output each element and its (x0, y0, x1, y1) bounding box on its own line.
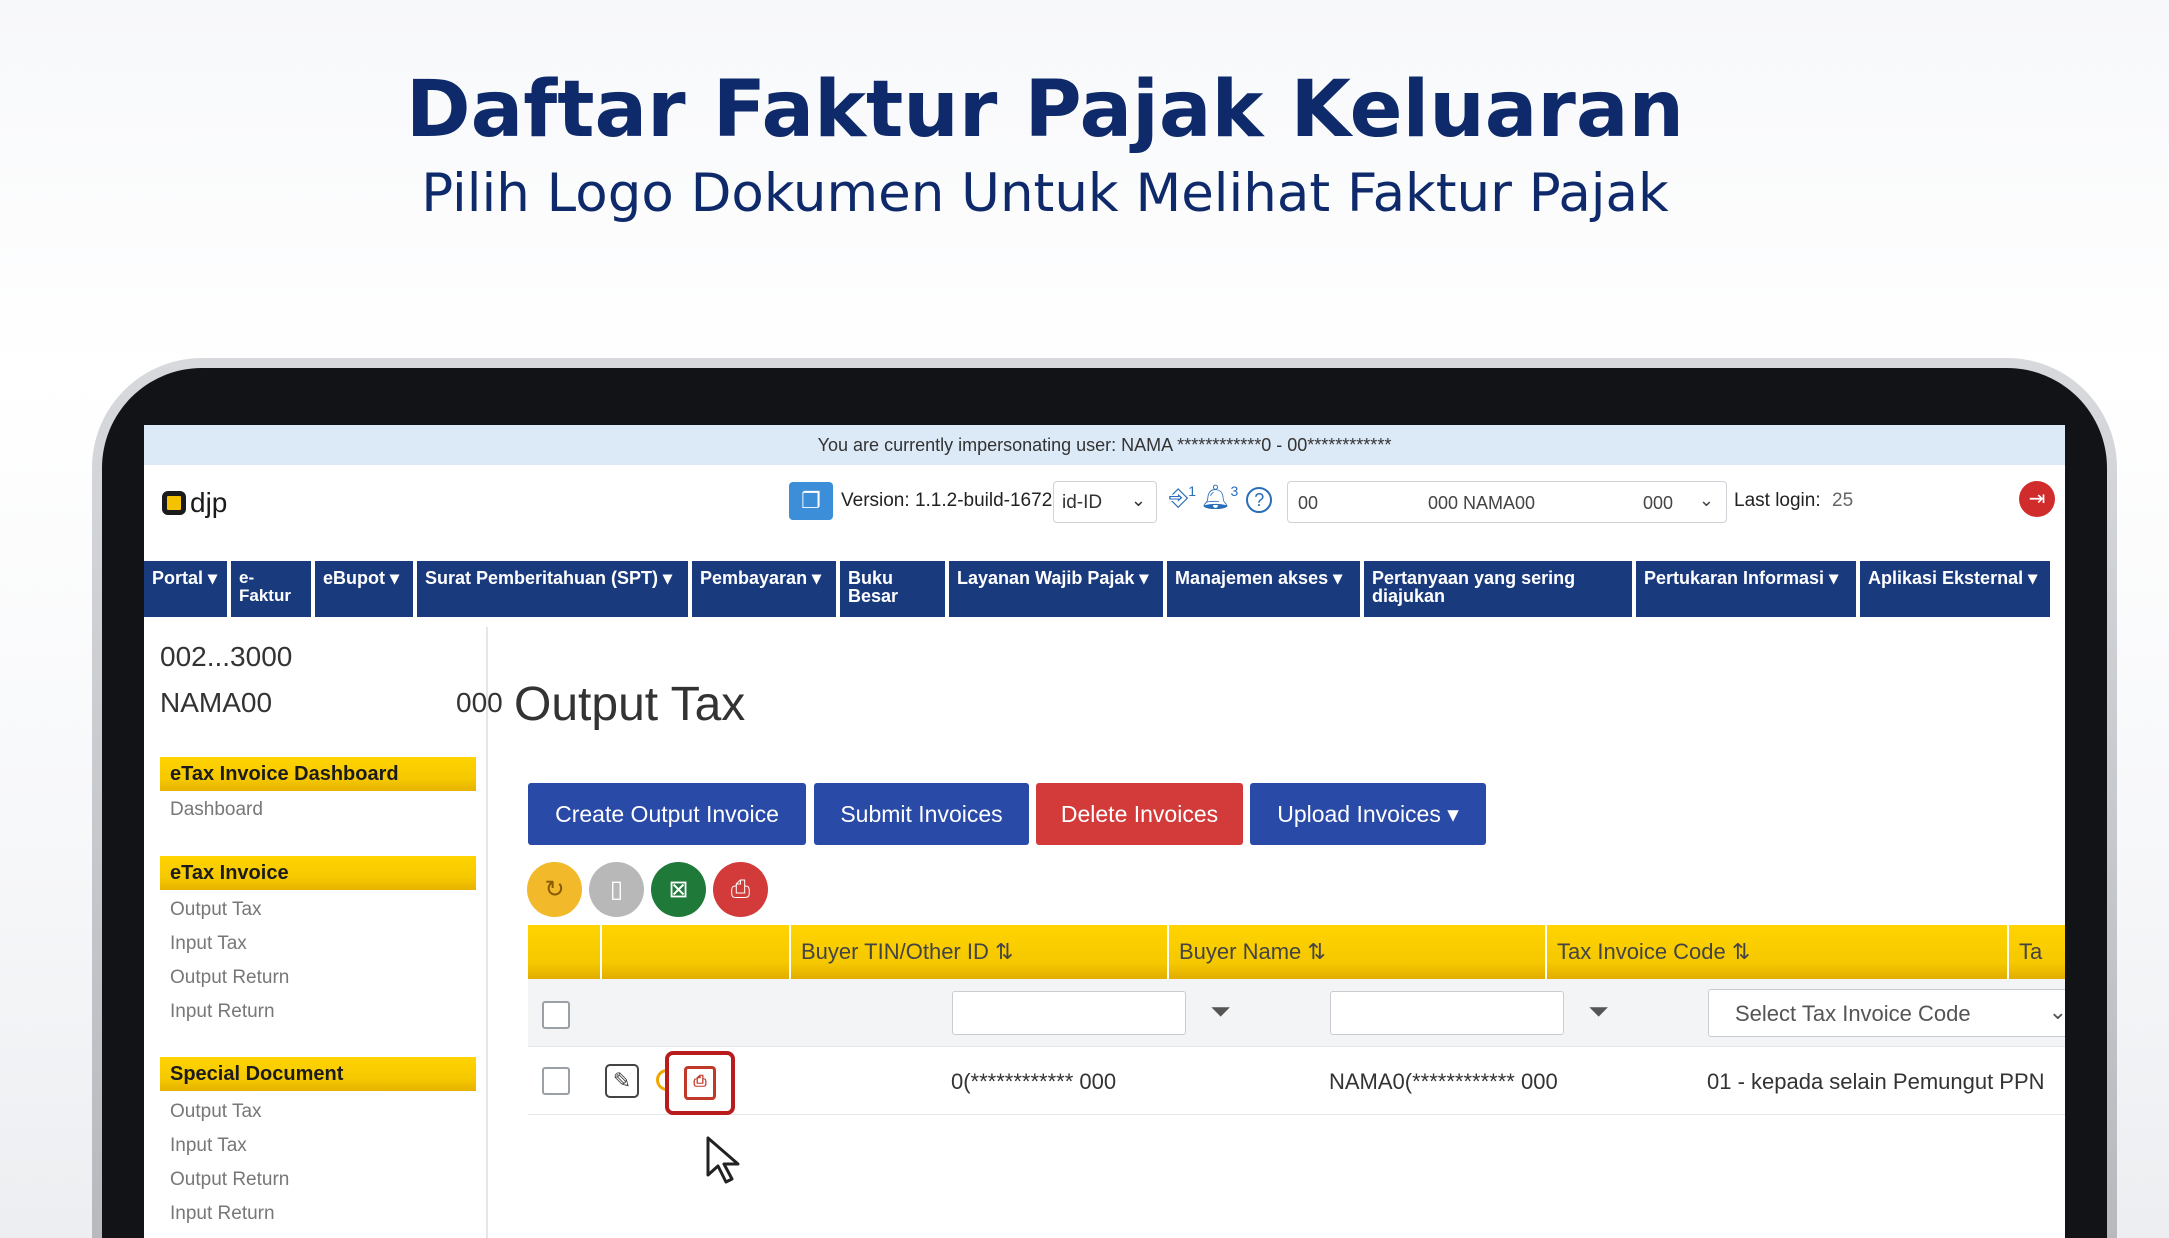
pdf-document-icon[interactable]: ⎙ (684, 1066, 716, 1100)
sidebar: 002...3000 NAMA00 000 eTax Invoice Dashb… (144, 627, 503, 1238)
document-icon[interactable]: ▯ (589, 862, 644, 917)
select-all-checkbox[interactable] (542, 1001, 570, 1029)
row-checkbox[interactable] (542, 1067, 570, 1095)
chevron-down-icon: ⌄ (2048, 999, 2065, 1024)
sidebar-item-special-input-tax[interactable]: Input Tax (170, 1135, 247, 1157)
nav-item-pertukaran[interactable]: Pertukaran Informasi ▾ (1636, 561, 1856, 617)
nav-item-layanan[interactable]: Layanan Wajib Pajak ▾ (949, 561, 1163, 617)
cell-buyer-tin: 0(************ 000 (951, 1069, 1117, 1094)
profile-part-3: 000 (1643, 493, 1674, 513)
video-heading: Daftar Faktur Pajak Keluaran Pilih Logo … (0, 55, 2090, 229)
nav-item-efaktur[interactable]: e-Faktur (231, 561, 311, 617)
pdf-export-icon[interactable]: ⎙ (713, 862, 768, 917)
mouse-cursor-icon (706, 1136, 740, 1184)
table-row[interactable]: ✎ ⎙ 0(************ 000 NAMA0(***********… (528, 1047, 2065, 1115)
sidebar-item-dashboard[interactable]: Dashboard (170, 799, 263, 821)
cell-tax-invoice-code: 01 - kepada selain Pemungut PPN (1707, 1069, 2045, 1094)
edit-icon[interactable]: ✎ (605, 1064, 639, 1098)
upload-invoices-button[interactable]: Upload Invoices ▾ (1250, 783, 1486, 845)
last-login-label: Last login: (1734, 490, 1821, 511)
djp-logo[interactable]: djp (162, 487, 227, 519)
sidebar-item-special-output-tax[interactable]: Output Tax (170, 1101, 262, 1123)
filter-icon[interactable]: ⏷ (1588, 996, 1609, 1028)
logout-icon[interactable]: ⇥ (2019, 481, 2055, 517)
taxpayer-name: NAMA00 (160, 687, 273, 718)
profile-select[interactable]: 00 000 NAMA00 000 ⌄ (1287, 481, 1727, 523)
main-nav: Portal ▾ e-Faktur eBupot ▾ Surat Pemberi… (144, 561, 2065, 617)
language-select[interactable]: id-ID ⌄ (1053, 481, 1157, 523)
sidebar-item-output-tax[interactable]: Output Tax (170, 899, 262, 921)
profile-part-2: 000 NAMA00 (1428, 493, 1536, 513)
submit-invoices-button[interactable]: Submit Invoices (814, 783, 1029, 845)
profile-part-1: 00 (1298, 493, 1319, 513)
nav-item-portal[interactable]: Portal ▾ (144, 561, 227, 617)
bell-icon[interactable]: 🔔︎3 (1200, 483, 1238, 513)
view-pdf-highlight[interactable]: ⎙ (665, 1051, 735, 1115)
version-value: 1.1.2-build-1672 (914, 490, 1053, 511)
version-label: Version: (841, 490, 910, 511)
sidebar-section-special-document: Special Document (160, 1057, 476, 1091)
chevron-down-icon: ⌄ (1698, 490, 1714, 510)
page-title: Output Tax (514, 678, 746, 731)
djp-logo-mark-icon (162, 491, 186, 515)
last-login-value: 25 (1832, 490, 1854, 511)
nav-item-aplikasi[interactable]: Aplikasi Eksternal ▾ (1860, 561, 2050, 617)
sidebar-section-dashboard: eTax Invoice Dashboard (160, 757, 476, 791)
header-buyer-name[interactable]: Buyer Name ⇅ (1169, 925, 1547, 979)
chevron-down-icon: ⌄ (1130, 490, 1146, 510)
header-next-col[interactable]: Ta (2009, 925, 2065, 979)
tax-invoice-code-select[interactable]: Select Tax Invoice Code ⌄ (1708, 989, 2065, 1037)
tax-invoice-code-placeholder: Select Tax Invoice Code (1735, 1001, 1971, 1026)
sidebar-item-output-return[interactable]: Output Return (170, 967, 289, 989)
notification-icons: ⎆1 🔔︎3 ? (1169, 483, 1273, 513)
header-action-col (602, 925, 791, 979)
taxpayer-name-tail: 000 (456, 687, 503, 718)
help-icon[interactable]: ? (1246, 487, 1273, 513)
inbox-icon[interactable]: ⎆1 (1169, 483, 1196, 513)
header-tax-invoice-code[interactable]: Tax Invoice Code ⇅ (1547, 925, 2009, 979)
heading-title: Daftar Faktur Pajak Keluaran (405, 65, 1685, 155)
nav-item-pembayaran[interactable]: Pembayaran ▾ (692, 561, 836, 617)
logo-text: djp (190, 487, 228, 518)
filter-icon[interactable]: ⏷ (1210, 996, 1231, 1028)
heading-subtitle: Pilih Logo Dokumen Untuk Melihat Faktur … (421, 163, 1669, 224)
nav-item-ebupot[interactable]: eBupot ▾ (315, 561, 413, 617)
sidebar-item-special-output-return[interactable]: Output Return (170, 1169, 289, 1191)
cell-buyer-name: NAMA0(************ 000 (1329, 1069, 1558, 1094)
buyer-name-filter-input[interactable] (1330, 991, 1564, 1035)
table-header: Buyer TIN/Other ID ⇅ Buyer Name ⇅ Tax In… (528, 925, 2065, 979)
app-header: djp ❐ Version: 1.1.2-build-1672 id-ID ⌄ … (144, 465, 2065, 543)
impersonation-bar: You are currently impersonating user: NA… (144, 425, 2065, 465)
language-value: id-ID (1062, 492, 1103, 513)
version-info: Version: 1.1.2-build-1672 (841, 490, 1052, 512)
app-screen: You are currently impersonating user: NA… (144, 425, 2065, 1238)
header-select-col (528, 925, 602, 979)
nav-item-buku-besar[interactable]: Buku Besar (840, 561, 945, 617)
sidebar-section-etax-invoice: eTax Invoice (160, 856, 476, 890)
copy-document-icon[interactable]: ❐ (789, 482, 833, 520)
filter-row: ⏷ ⏷ Select Tax Invoice Code ⌄ (528, 979, 2065, 1047)
sidebar-item-special-input-return[interactable]: Input Return (170, 1203, 275, 1225)
delete-invoices-button[interactable]: Delete Invoices (1036, 783, 1243, 845)
nav-item-manajemen[interactable]: Manajemen akses ▾ (1167, 561, 1360, 617)
sidebar-item-input-tax[interactable]: Input Tax (170, 933, 247, 955)
sidebar-item-input-return[interactable]: Input Return (170, 1001, 275, 1023)
header-buyer-tin[interactable]: Buyer TIN/Other ID ⇅ (791, 925, 1169, 979)
excel-export-icon[interactable]: ⊠ (651, 862, 706, 917)
nav-item-spt[interactable]: Surat Pemberitahuan (SPT) ▾ (417, 561, 688, 617)
taxpayer-id: 002...3000 (160, 641, 293, 672)
refresh-icon[interactable]: ↻ (527, 862, 582, 917)
create-output-invoice-button[interactable]: Create Output Invoice (528, 783, 806, 845)
nav-item-faq[interactable]: Pertanyaan yang sering diajukan (1364, 561, 1632, 617)
buyer-tin-filter-input[interactable] (952, 991, 1186, 1035)
